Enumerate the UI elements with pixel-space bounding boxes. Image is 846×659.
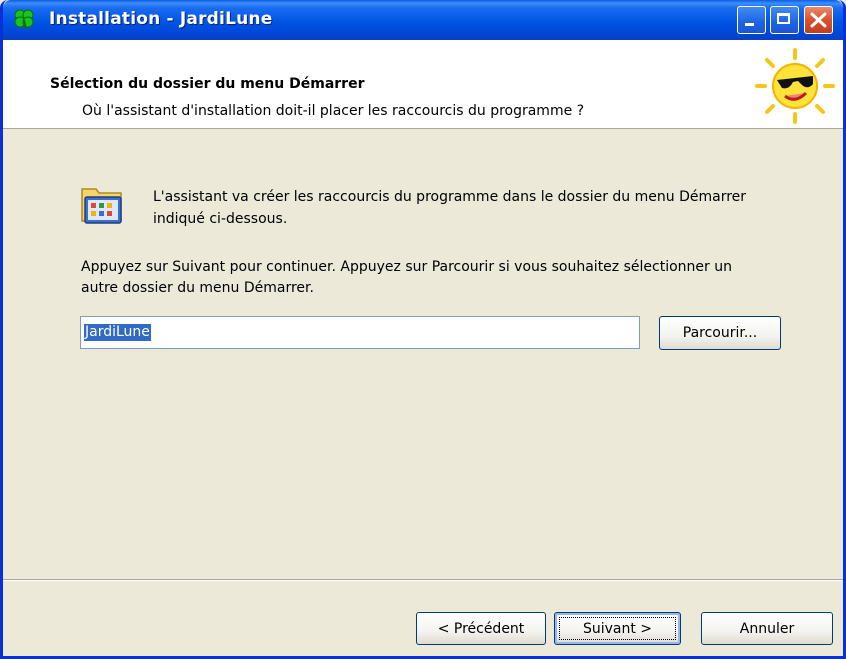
window-title: Installation - JardiLune [49, 9, 273, 29]
maximize-button[interactable] [770, 6, 799, 34]
title-bar[interactable]: Installation - JardiLune [3, 0, 843, 40]
start-menu-folder-input[interactable]: JardiLune [80, 316, 640, 349]
instruction-text: Appuyez sur Suivant pour continuer. Appu… [81, 259, 732, 296]
next-label: Suivant > [582, 621, 653, 637]
next-button[interactable]: Suivant > [554, 612, 681, 645]
info-text: L'assistant va créer les raccourcis du p… [153, 189, 747, 227]
page-subtitle: Où l'assistant d'installation doit-il pl… [82, 103, 585, 119]
sun-with-sunglasses-icon [755, 48, 835, 124]
clover-icon [14, 9, 34, 30]
previous-label: < Précédent [437, 621, 525, 637]
installer-window: Installation - JardiLune Sélection du do… [0, 0, 846, 659]
minimize-icon [745, 23, 754, 26]
close-icon [810, 12, 827, 28]
maximize-icon [777, 13, 790, 24]
browse-button[interactable]: Parcourir... [659, 316, 781, 350]
footer-divider [3, 579, 843, 581]
cancel-button[interactable]: Annuler [701, 612, 833, 645]
cancel-label: Annuler [739, 621, 795, 637]
minimize-button[interactable] [737, 6, 766, 34]
folder-input-value: JardiLune [84, 324, 151, 341]
program-group-folder-icon [81, 188, 122, 224]
previous-button[interactable]: < Précédent [416, 612, 546, 645]
close-button[interactable] [804, 6, 833, 34]
wizard-header: Sélection du dossier du menu Démarrer Où… [3, 40, 843, 129]
browse-label: Parcourir... [682, 325, 758, 341]
page-title: Sélection du dossier du menu Démarrer [50, 76, 365, 92]
